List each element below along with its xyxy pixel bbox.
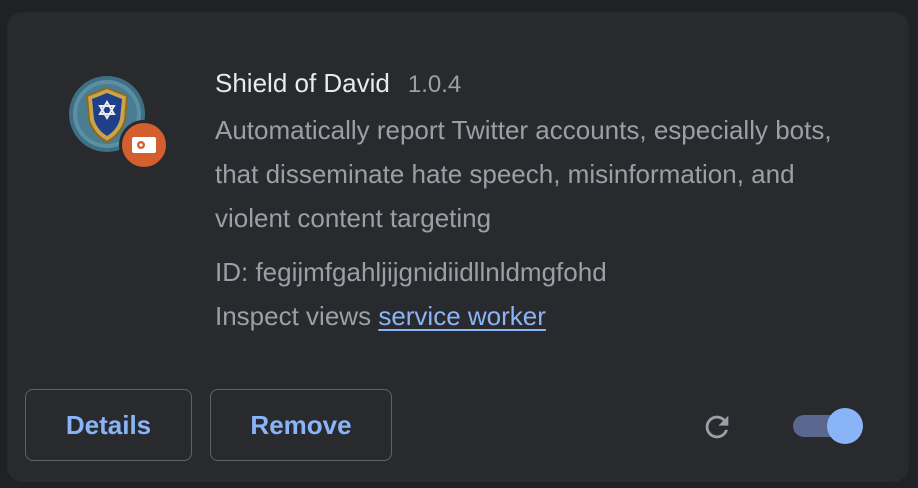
toggle-knob <box>827 408 863 444</box>
service-worker-link[interactable]: service worker <box>378 301 546 331</box>
reload-icon[interactable] <box>697 407 737 447</box>
details-button[interactable]: Details <box>25 389 192 461</box>
extension-card: Shield of David 1.0.4 Automatically repo… <box>7 12 909 482</box>
extension-version: 1.0.4 <box>407 71 462 98</box>
enable-toggle[interactable] <box>791 408 863 444</box>
extension-description: Automatically report Twitter accounts, e… <box>215 115 832 233</box>
extension-title-row: Shield of David 1.0.4 <box>215 68 461 99</box>
inspect-views-row: Inspect views service worker <box>215 294 546 338</box>
extension-name: Shield of David <box>215 68 390 98</box>
remove-button[interactable]: Remove <box>210 389 392 461</box>
extension-id: ID: fegijmfgahljijgnidiidllnldmgfohd <box>215 257 607 287</box>
developer-mode-badge-icon <box>119 120 169 170</box>
inspect-views-label: Inspect views <box>215 301 372 331</box>
